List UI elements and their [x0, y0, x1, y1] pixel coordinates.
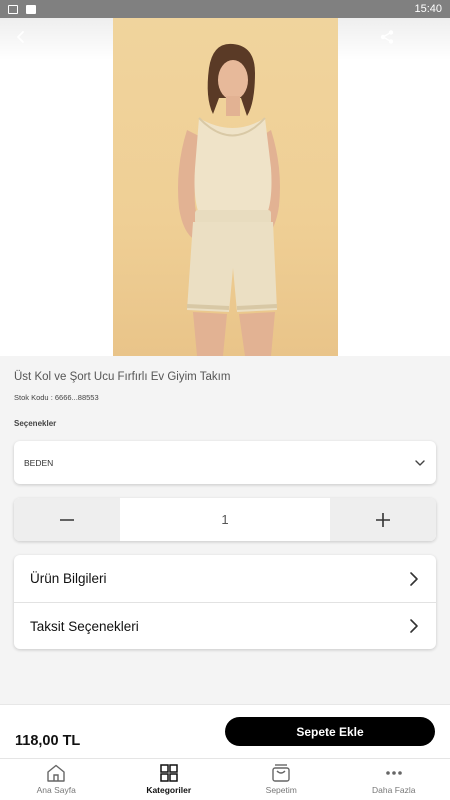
tab-cart-label: Sepetim [265, 785, 297, 795]
status-time: 15:40 [414, 3, 442, 15]
tab-home[interactable]: Ana Sayfa [0, 759, 113, 800]
tab-cart[interactable]: Sepetim [225, 759, 338, 800]
product-details-label: Ürün Bilgileri [30, 571, 107, 586]
product-details-row[interactable]: Ürün Bilgileri [14, 555, 436, 602]
minus-icon [60, 518, 74, 521]
basket-icon [272, 764, 290, 782]
sku-code: Stok Kodu : 6666...88553 [14, 393, 99, 402]
model-illustration [178, 43, 280, 356]
plus-icon [376, 512, 390, 527]
chevron-down-icon [415, 459, 425, 466]
share-button[interactable] [372, 22, 402, 52]
tab-more[interactable]: Daha Fazla [338, 759, 450, 800]
product-title: Üst Kol ve Şort Ucu Fırfırlı Ev Giyim Ta… [14, 371, 231, 383]
decrease-quantity-button[interactable] [14, 498, 120, 541]
grid-icon [160, 764, 178, 782]
share-icon [380, 30, 394, 44]
status-bar: 15:40 [0, 0, 450, 18]
text-notification-icon [26, 4, 36, 14]
installment-options-row[interactable]: Taksit Seçenekleri [14, 602, 436, 649]
product-info-list: Ürün Bilgileri Taksit Seçenekleri [14, 555, 436, 649]
tab-home-label: Ana Sayfa [36, 785, 76, 795]
home-icon [47, 764, 65, 782]
purchase-bar: 118,00 TL Sepete Ekle [0, 704, 450, 758]
tab-categories[interactable]: Kategoriler [113, 759, 226, 800]
chevron-right-icon [410, 571, 418, 586]
size-select-label: BEDEN [24, 457, 54, 468]
status-icons [8, 4, 36, 14]
product-photo[interactable] [113, 18, 338, 356]
tab-more-label: Daha Fazla [372, 785, 416, 795]
quantity-stepper: 1 [14, 498, 436, 541]
back-button[interactable] [6, 22, 36, 52]
bottom-navigation: Ana Sayfa Kategoriler Sepetim Daha Fazla [0, 758, 450, 800]
options-label: Seçenekler [14, 419, 57, 428]
increase-quantity-button[interactable] [330, 498, 436, 541]
chevron-right-icon [410, 619, 418, 633]
installment-options-label: Taksit Seçenekleri [30, 618, 139, 634]
add-to-cart-button[interactable]: Sepete Ekle [225, 717, 435, 746]
image-notification-icon [8, 4, 18, 14]
price: 118,00 TL [15, 733, 81, 749]
product-image-area [0, 18, 450, 356]
size-select[interactable]: BEDEN [14, 441, 436, 484]
tab-categories-label: Kategoriler [146, 785, 192, 795]
chevron-left-icon [17, 31, 24, 43]
quantity-value[interactable]: 1 [120, 498, 330, 541]
more-icon [385, 771, 402, 775]
